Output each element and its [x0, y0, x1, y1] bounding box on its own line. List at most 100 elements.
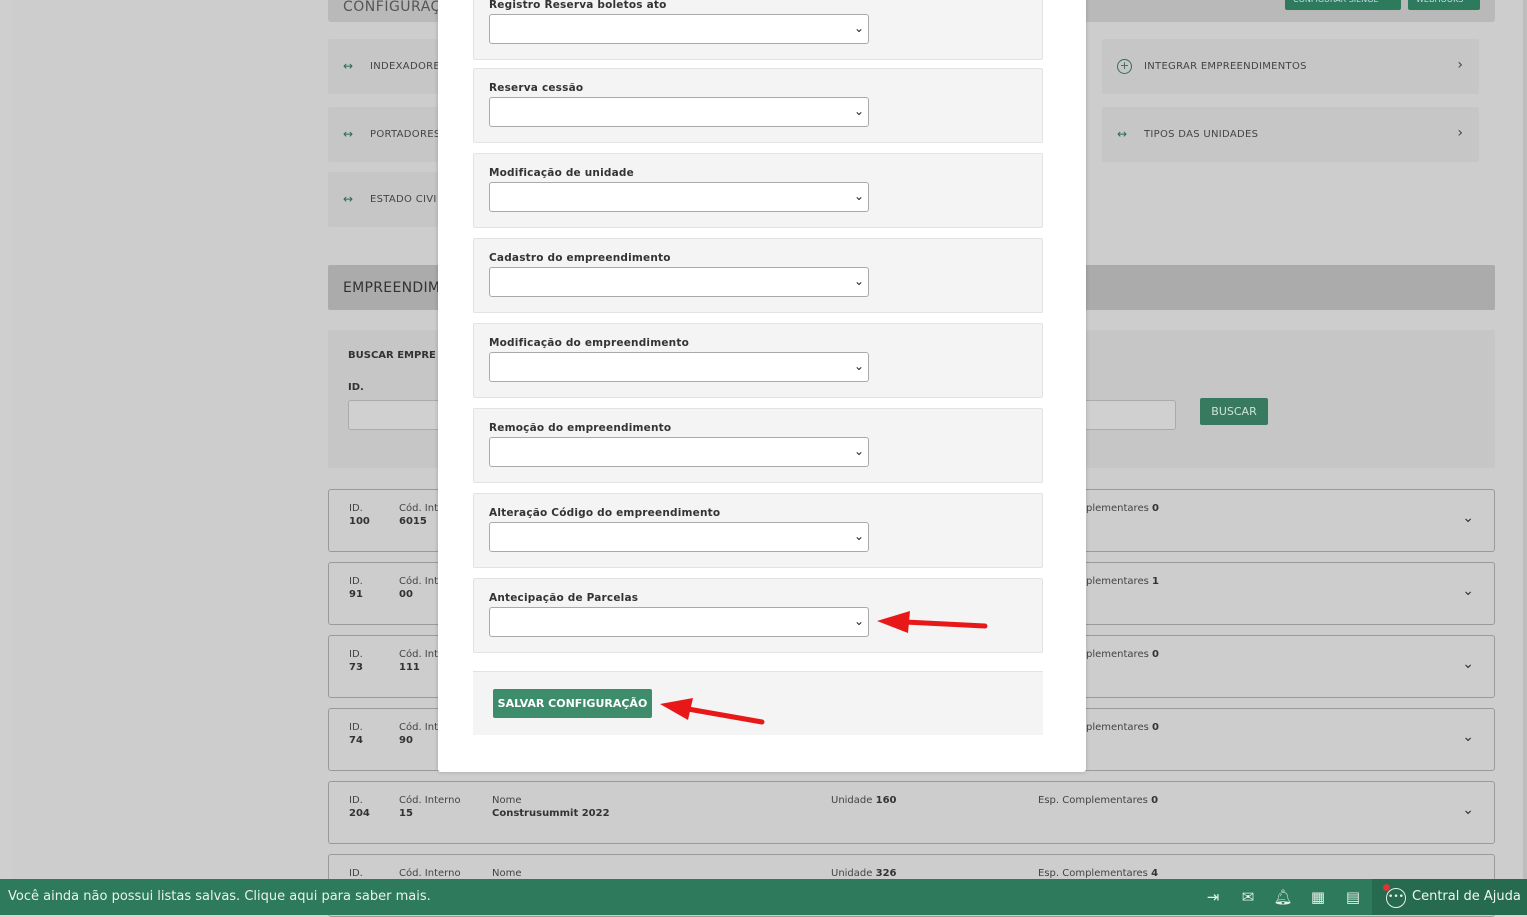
field-modificacao-de-unidade: Modificação de unidade ⌄: [473, 153, 1043, 228]
cod-label: Cód. Int: [399, 503, 439, 514]
webhook-config-modal: Registro Reserva boletos ato ⌄ Reserva c…: [438, 0, 1086, 772]
cod-label: Cód. Interno: [399, 795, 461, 806]
table-row[interactable]: ID. 204 Cód. Interno 15 Nome Construsumm…: [328, 781, 1495, 844]
id-value: 73: [349, 662, 363, 673]
id-value: 91: [349, 589, 363, 600]
chevron-down-icon: ⌄: [853, 189, 864, 203]
unidade: Unidade 326: [831, 868, 897, 879]
scrollbar[interactable]: [1523, 0, 1527, 880]
field-label: Alteração Código do empreendimento: [489, 507, 721, 519]
esp-complementares: plementares 1: [1086, 576, 1159, 587]
id-value: 74: [349, 735, 363, 746]
field-label: Modificação de unidade: [489, 167, 634, 179]
nome-label: Nome: [492, 795, 522, 806]
tile-tipos-das-unidades[interactable]: ↔ TIPOS DAS UNIDADES ›: [1102, 107, 1479, 162]
bell-icon[interactable]: 🔔︎: [1273, 887, 1293, 907]
chevron-down-icon[interactable]: ⌄: [1462, 656, 1474, 672]
remocao-do-empreendimento-select[interactable]: ⌄: [489, 437, 869, 467]
field-antecipacao-de-parcelas: Antecipação de Parcelas ⌄: [473, 578, 1043, 653]
salvar-configuracao-button[interactable]: SALVAR CONFIGURAÇÃO: [493, 689, 652, 718]
mail-star-icon[interactable]: ✉: [1238, 887, 1258, 907]
field-alteracao-codigo-do-empreendimento: Alteração Código do empreendimento ⌄: [473, 493, 1043, 568]
search-title: BUSCAR EMPRE: [348, 350, 436, 361]
tile-portadores[interactable]: ↔ PORTADORES: [328, 107, 441, 162]
cod-label: Cód. Interno: [399, 868, 461, 879]
chevron-down-icon[interactable]: ⌄: [1462, 729, 1474, 745]
field-label: Modificação do empreendimento: [489, 337, 689, 349]
id-label: ID.: [349, 795, 363, 806]
esp-complementares: Esp. Complementares 4: [1038, 868, 1159, 879]
arrows-horizontal-icon: ↔: [343, 59, 354, 73]
chevron-down-icon: ⌄: [853, 359, 864, 373]
chat-bubble-icon: •••: [1386, 888, 1406, 908]
tile-label: INDEXADORE: [370, 61, 440, 72]
field-registro-reserva-boletos-ato: Registro Reserva boletos ato ⌄: [473, 0, 1043, 60]
field-label: Cadastro do empreendimento: [489, 252, 671, 264]
tile-indexadores[interactable]: ↔ INDEXADORE: [328, 39, 440, 94]
id-label: ID.: [349, 576, 363, 587]
chevron-down-icon: ⌄: [853, 21, 864, 35]
central-de-ajuda-button[interactable]: ••• Central de Ajuda: [1372, 879, 1527, 915]
config-section-title: CONFIGURAÇ: [343, 0, 441, 15]
cod-value: 111: [399, 662, 420, 673]
tile-label: TIPOS DAS UNIDADES: [1144, 129, 1259, 140]
arrows-horizontal-icon: ↔: [343, 192, 354, 206]
chevron-down-icon[interactable]: ⌄: [1462, 583, 1474, 599]
tile-label: INTEGRAR EMPREENDIMENTOS: [1144, 61, 1307, 72]
chevron-down-icon: ⌄: [853, 529, 864, 543]
modificacao-de-unidade-select[interactable]: ⌄: [489, 182, 869, 212]
cod-value: 00: [399, 589, 413, 600]
collapse-arrow-icon[interactable]: ⇥: [1203, 887, 1223, 907]
buscar-button[interactable]: BUSCAR: [1200, 398, 1268, 425]
field-cadastro-do-empreendimento: Cadastro do empreendimento ⌄: [473, 238, 1043, 313]
arrows-horizontal-icon: ↔: [1117, 127, 1128, 141]
calculator-icon[interactable]: ▤: [1343, 887, 1363, 907]
id-label: ID.: [349, 503, 363, 514]
empreendimentos-title: EMPREENDIM: [343, 280, 441, 296]
field-reserva-cessao: Reserva cessão ⌄: [473, 68, 1043, 143]
tile-label: ESTADO CIVI: [370, 194, 437, 205]
field-label: Registro Reserva boletos ato: [489, 0, 667, 11]
id-value: 100: [349, 516, 370, 527]
central-de-ajuda-label: Central de Ajuda: [1412, 889, 1521, 904]
saved-lists-message[interactable]: Você ainda não possui listas salvas. Cli…: [8, 889, 431, 904]
tile-label: PORTADORES: [370, 129, 441, 140]
field-remocao-do-empreendimento: Remoção do empreendimento ⌄: [473, 408, 1043, 483]
field-label: Remoção do empreendimento: [489, 422, 672, 434]
chevron-down-icon: ⌄: [853, 444, 864, 458]
tile-estado-civil[interactable]: ↔ ESTADO CIVI: [328, 172, 438, 227]
cod-label: Cód. Int: [399, 722, 439, 733]
cod-value: 90: [399, 735, 413, 746]
chevron-down-icon: ⌄: [853, 104, 864, 118]
esp-complementares: plementares 0: [1086, 649, 1159, 660]
chevron-down-icon[interactable]: ⌄: [1462, 510, 1474, 526]
cod-label: Cód. Int: [399, 576, 439, 587]
modificacao-do-empreendimento-select[interactable]: ⌄: [489, 352, 869, 382]
cadastro-do-empreendimento-select[interactable]: ⌄: [489, 267, 869, 297]
esp-complementares: plementares 0: [1086, 503, 1159, 514]
cod-value: 6015: [399, 516, 427, 527]
chevron-right-icon: ›: [1457, 125, 1463, 141]
id-label: ID.: [349, 722, 363, 733]
left-gutter: [0, 0, 12, 880]
chevron-down-icon[interactable]: ⌄: [1462, 802, 1474, 818]
reserva-cessao-select[interactable]: ⌄: [489, 97, 869, 127]
antecipacao-de-parcelas-select[interactable]: ⌄: [489, 607, 869, 637]
chevron-down-icon: ⌄: [853, 614, 864, 628]
alteracao-codigo-do-empreendimento-select[interactable]: ⌄: [489, 522, 869, 552]
bottom-bar: Você ainda não possui listas salvas. Cli…: [0, 879, 1527, 915]
configurar-sienge-button[interactable]: CONFIGURAR SIENGE: [1285, 0, 1401, 10]
search-id-label: ID.: [348, 382, 364, 393]
id-label: ID.: [349, 868, 363, 879]
chevron-down-icon: ⌄: [853, 274, 864, 288]
arrows-horizontal-icon: ↔: [343, 127, 354, 141]
registro-reserva-boletos-ato-select[interactable]: ⌄: [489, 14, 869, 44]
circle-plus-icon: +: [1117, 59, 1132, 74]
tile-integrar-empreendimentos[interactable]: + INTEGRAR EMPREENDIMENTOS ›: [1102, 39, 1479, 94]
webhooks-button[interactable]: WEBHOOKS: [1408, 0, 1480, 10]
chevron-right-icon: ›: [1457, 57, 1463, 73]
modal-footer: SALVAR CONFIGURAÇÃO: [473, 671, 1043, 735]
field-modificacao-do-empreendimento: Modificação do empreendimento ⌄: [473, 323, 1043, 398]
field-label: Reserva cessão: [489, 82, 584, 94]
calendar-icon[interactable]: ▦: [1308, 887, 1328, 907]
